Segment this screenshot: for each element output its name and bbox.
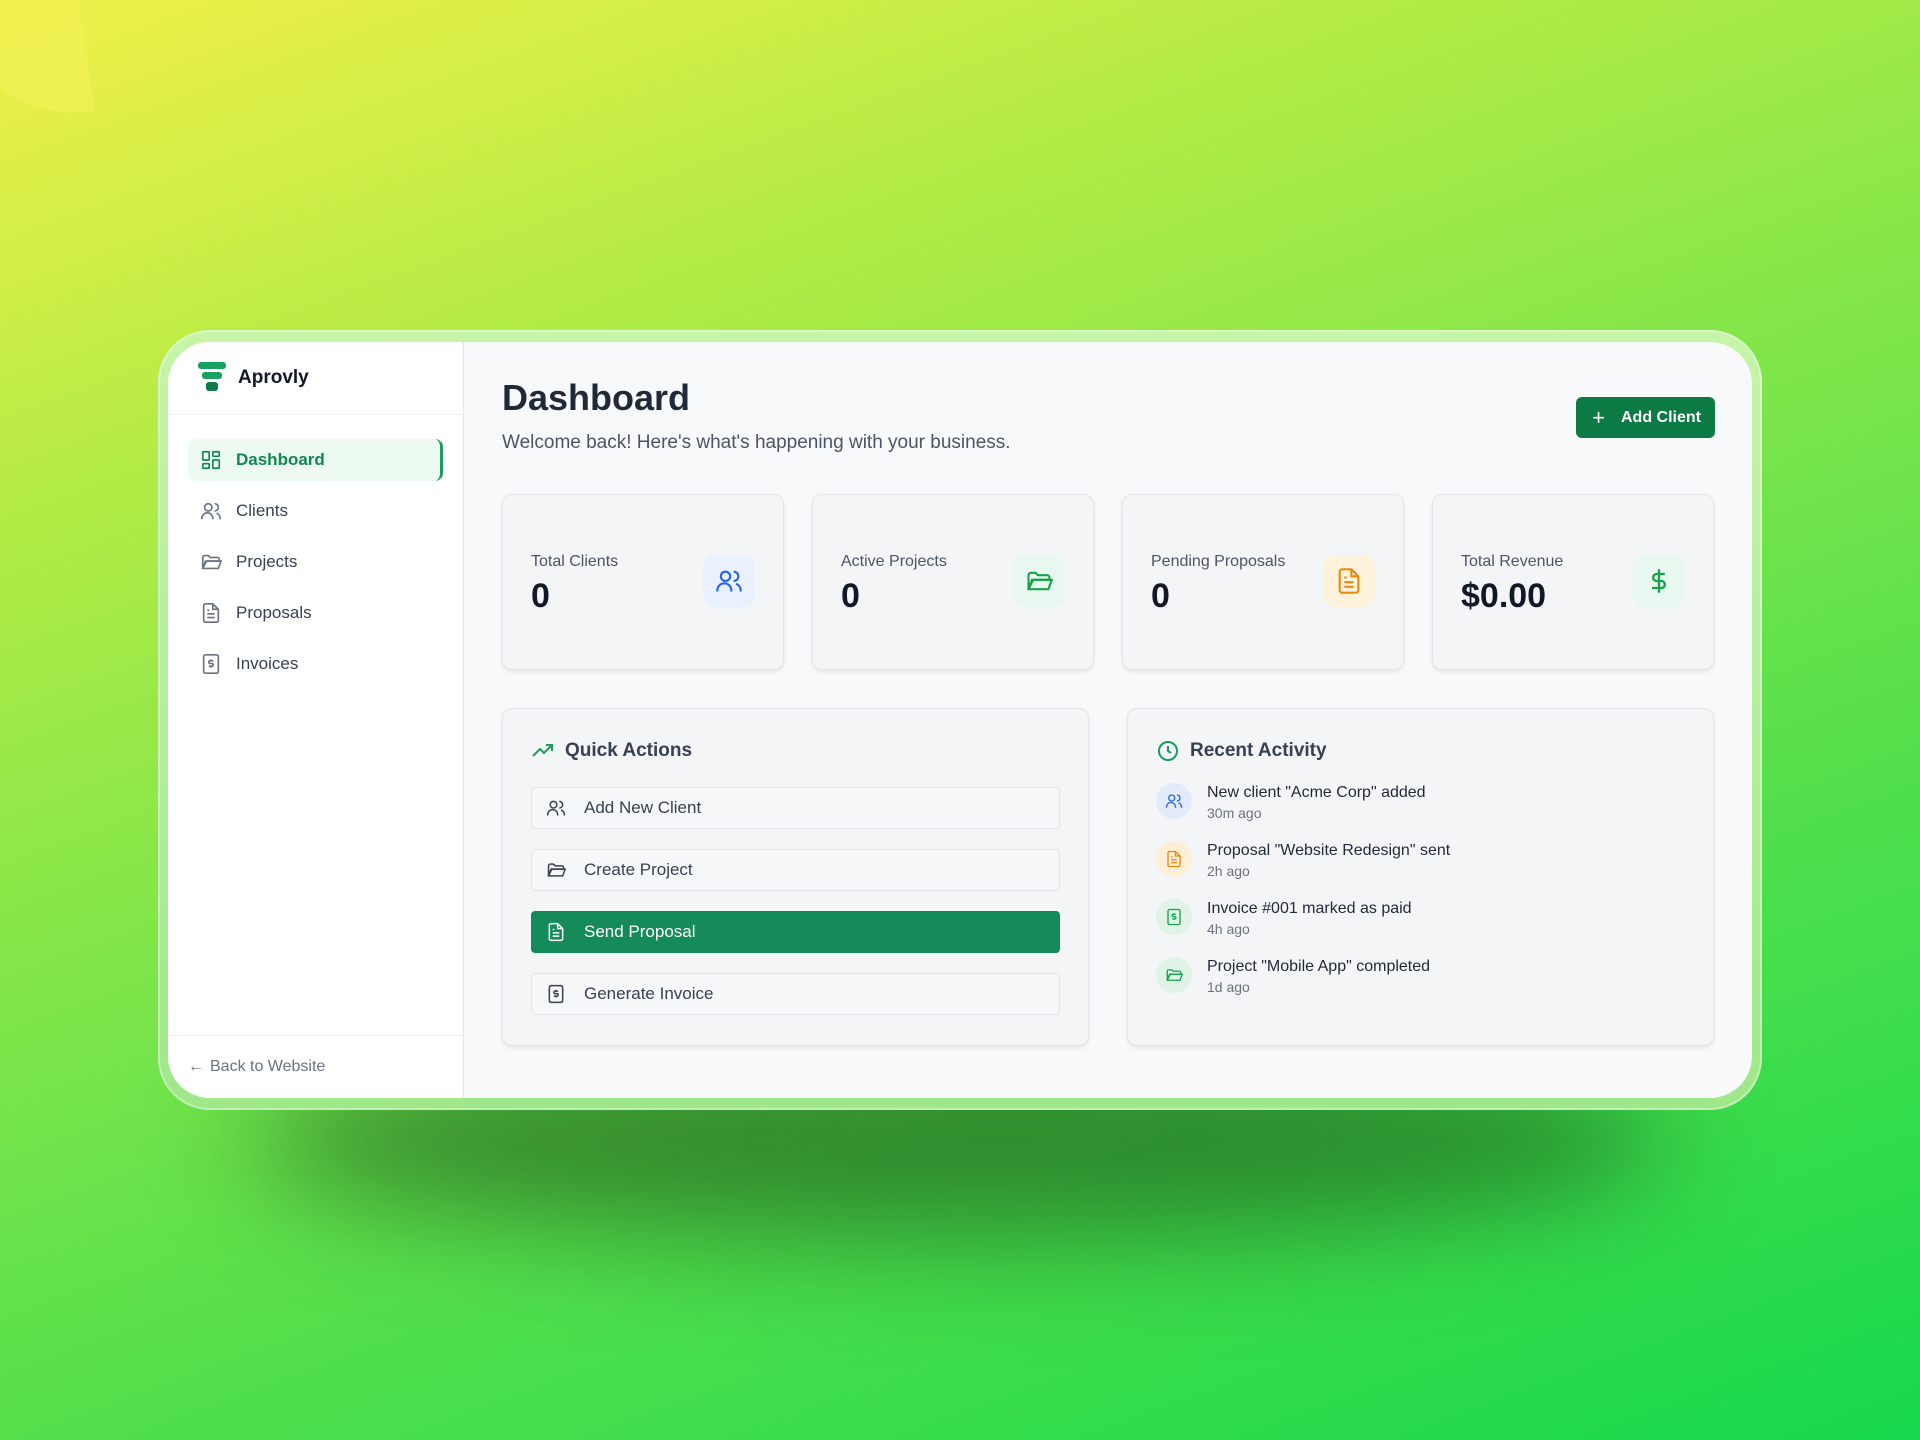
sidebar-nav: Dashboard Clients Projects Proposals Inv…: [168, 415, 463, 694]
arrow-left-icon: ←: [188, 1058, 204, 1075]
action-label: Add New Client: [584, 797, 702, 817]
activity-text: Invoice #001 marked as paid: [1207, 899, 1412, 917]
stat-icon-box: [703, 554, 755, 607]
users-icon: [546, 800, 566, 816]
sidebar-item-label: Projects: [236, 552, 298, 571]
action-label: Create Project: [584, 859, 693, 879]
activity-time: 4h ago: [1207, 920, 1250, 937]
logo-icon: [198, 362, 226, 391]
activity-icon-circle: [1156, 840, 1192, 877]
activity-list: New client "Acme Corp" added 30m ago Pro…: [1156, 782, 1685, 995]
panel-title: Recent Activity: [1156, 739, 1685, 763]
sidebar-item-label: Invoices: [236, 654, 299, 673]
sidebar-item-clients[interactable]: Clients: [188, 490, 443, 532]
lower-panels: Quick Actions Add New Client Create Proj…: [502, 707, 1714, 1046]
stat-icon-box: [1013, 554, 1065, 607]
sidebar-item-proposals[interactable]: Proposals: [188, 592, 443, 634]
stats-row: Total Clients 0 Active Projects 0 Pendin…: [502, 493, 1714, 670]
panel-title: Quick Actions: [531, 739, 1060, 763]
list-item: Project "Mobile App" completed 1d ago: [1156, 956, 1685, 995]
activity-text: Project "Mobile App" completed: [1207, 957, 1431, 975]
folder-icon: [547, 863, 566, 877]
list-item: New client "Acme Corp" added 30m ago: [1156, 782, 1685, 821]
sidebar-item-label: Clients: [236, 501, 288, 520]
back-to-website-link[interactable]: ← Back to Website: [168, 1035, 463, 1098]
sidebar-item-projects[interactable]: Projects: [188, 541, 443, 583]
activity-time: 2h ago: [1207, 862, 1250, 879]
users-icon: [716, 570, 742, 592]
sidebar-item-label: Proposals: [236, 603, 312, 622]
clock-icon: [1158, 740, 1178, 761]
recent-activity-title: Recent Activity: [1190, 739, 1327, 761]
quick-actions-panel: Quick Actions Add New Client Create Proj…: [502, 707, 1089, 1046]
app-window: Aprovly Dashboard Clients Projects Propo…: [168, 342, 1752, 1098]
activity-text: Proposal "Website Redesign" sent: [1207, 841, 1451, 859]
stat-card-total-clients: Total Clients 0: [502, 493, 784, 670]
main-content: Dashboard Welcome back! Here's what's ha…: [464, 342, 1752, 1098]
activity-icon-circle: [1156, 898, 1192, 935]
quick-actions-title: Quick Actions: [565, 739, 693, 761]
action-label: Send Proposal: [584, 921, 696, 941]
invoice-icon: [202, 654, 220, 674]
document-icon: [1338, 567, 1360, 594]
background-shape: [0, 0, 95, 128]
back-to-website-label: Back to Website: [210, 1058, 326, 1075]
list-item: Invoice #001 marked as paid 4h ago: [1156, 898, 1685, 937]
activity-time: 1d ago: [1207, 978, 1250, 995]
action-label: Generate Invoice: [584, 983, 714, 1003]
page-subtitle: Welcome back! Here's what's happening wi…: [502, 431, 1011, 453]
folder-icon: [201, 554, 222, 570]
generate-invoice-button[interactable]: Generate Invoice: [531, 972, 1060, 1015]
folder-icon: [1166, 968, 1183, 981]
recent-activity-panel: Recent Activity New client "Acme Corp" a…: [1127, 707, 1714, 1046]
create-project-button[interactable]: Create Project: [531, 848, 1060, 891]
grid-icon: [201, 450, 221, 470]
invoice-icon: [548, 984, 564, 1003]
activity-icon-circle: [1156, 956, 1192, 993]
document-icon: [1167, 850, 1181, 867]
stat-icon-box: [1323, 554, 1375, 607]
stat-card-total-revenue: Total Revenue $0.00: [1432, 493, 1714, 670]
page-title: Dashboard: [502, 377, 691, 418]
activity-time: 30m ago: [1207, 804, 1262, 821]
plus-icon: +: [1592, 404, 1605, 430]
brand[interactable]: Aprovly: [168, 342, 463, 415]
quick-actions-list: Add New Client Create Project Send Propo…: [531, 786, 1060, 1015]
add-client-label: Add Client: [1621, 408, 1701, 426]
add-new-client-button[interactable]: Add New Client: [531, 786, 1060, 829]
activity-icon-circle: [1156, 782, 1192, 819]
stat-card-active-projects: Active Projects 0: [812, 493, 1094, 670]
sidebar-item-invoices[interactable]: Invoices: [188, 643, 443, 685]
add-client-button[interactable]: + Add Client: [1576, 397, 1715, 438]
trending-up-icon: [532, 743, 553, 757]
users-icon: [201, 502, 221, 520]
send-proposal-button[interactable]: Send Proposal: [531, 910, 1060, 953]
stat-card-pending-proposals: Pending Proposals 0: [1122, 493, 1404, 670]
sidebar-item-dashboard[interactable]: Dashboard: [188, 439, 443, 481]
sidebar-item-label: Dashboard: [236, 450, 325, 469]
list-item: Proposal "Website Redesign" sent 2h ago: [1156, 840, 1685, 879]
activity-text: New client "Acme Corp" added: [1207, 783, 1426, 801]
sidebar: Aprovly Dashboard Clients Projects Propo…: [168, 342, 464, 1098]
document-icon: [548, 922, 564, 941]
invoice-icon: [1167, 908, 1181, 925]
dollar-icon: [1652, 568, 1666, 593]
document-icon: [202, 603, 220, 623]
folder-icon: [1026, 571, 1053, 590]
stat-icon-box: [1633, 554, 1685, 607]
users-icon: [1165, 793, 1183, 808]
brand-name: Aprovly: [238, 367, 309, 388]
